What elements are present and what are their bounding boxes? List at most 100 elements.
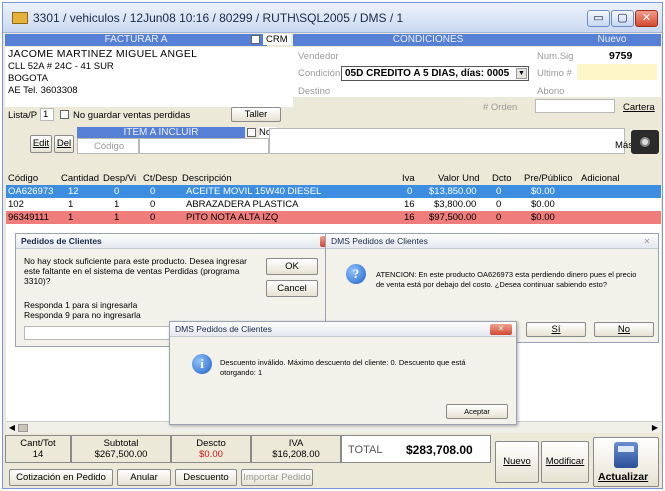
modificar-button[interactable]: Modificar <box>541 441 589 483</box>
descuento-close-icon[interactable]: ✕ <box>490 324 512 335</box>
cell-dcto: 0 <box>496 199 502 210</box>
info-icon: i <box>192 354 212 374</box>
nuevo-button[interactable]: Nuevo <box>495 441 539 483</box>
abono-label: Abono <box>537 86 565 97</box>
customer-panel: JACOME MARTINEZ MIGUEL ANGEL CLL 52A # 2… <box>5 47 293 107</box>
close-button[interactable]: ✕ <box>635 10 658 27</box>
cell-ct: 0 <box>150 199 156 210</box>
camera-icon[interactable] <box>631 130 659 154</box>
chevron-down-icon[interactable]: ▼ <box>516 68 527 79</box>
cant-value: 14 <box>32 449 44 460</box>
cell-ct: 0 <box>150 186 156 197</box>
table-row[interactable]: 102 1 1 0 ABRAZADERA PLASTICA 16 $3,800.… <box>6 198 661 211</box>
col-dcto: Dcto <box>492 173 512 184</box>
cell-desp: 1 <box>114 199 120 210</box>
scroll-right-icon[interactable]: ▶ <box>650 423 660 433</box>
cant-box: Cant/Tot 14 <box>5 435 71 463</box>
descto-value: $0.00 <box>199 449 223 460</box>
anular-button[interactable]: Anular <box>117 469 171 486</box>
codigo-input[interactable]: Código <box>77 138 139 154</box>
cotizacion-button[interactable]: Cotización en Pedido <box>9 469 113 486</box>
condicion-select[interactable]: 05D CREDITO A 5 DIAS, días: 0005 ▼ <box>341 66 529 81</box>
condicion-value: 05D CREDITO A 5 DIAS, días: 0005 <box>345 68 510 79</box>
cell-ct: 0 <box>150 212 156 223</box>
lista-label: Lista/P <box>8 110 38 121</box>
condiciones-band: CONDICIONES <box>293 34 563 46</box>
scroll-thumb[interactable] <box>18 424 28 432</box>
total-label: TOTAL <box>348 444 383 456</box>
cell-cantidad: 1 <box>68 212 74 223</box>
taller-button[interactable]: Taller <box>231 107 281 122</box>
customer-address: CLL 52A # 24C - 41 SUR <box>8 61 114 72</box>
conditions-panel: Vendedor Condición 05D CREDITO A 5 DIAS,… <box>293 47 661 97</box>
lista-field[interactable]: 1 <box>40 108 54 121</box>
cell-valor: $13,850.00 <box>429 186 477 197</box>
item-bar: Edit Del ITEM A INCLUIR No Código Más <box>5 125 661 165</box>
pedidos-dialog-title: Pedidos de Clientes <box>16 234 346 249</box>
iva-box: IVA $16,208.00 <box>251 435 341 463</box>
vendedor-label: Vendedor <box>298 51 339 62</box>
ok-button[interactable]: OK <box>266 258 318 275</box>
col-iva: Iva <box>402 173 415 184</box>
table-row[interactable]: 96349111 1 1 0 PITO NOTA ALTA IZQ 16 $97… <box>6 211 661 224</box>
cell-iva: 16 <box>404 212 415 223</box>
iva-value: $16,208.00 <box>272 449 320 460</box>
descuento-button[interactable]: Descuento <box>175 469 237 486</box>
del-button[interactable]: Del <box>54 135 74 153</box>
cell-iva: 16 <box>404 199 415 210</box>
iva-label: IVA <box>288 438 304 449</box>
item-description-field[interactable] <box>269 128 625 154</box>
no-button[interactable]: No <box>594 322 654 337</box>
col-codigo: Código <box>8 173 39 184</box>
question-icon: ? <box>346 264 366 284</box>
total-box: TOTAL $283,708.00 <box>341 435 491 463</box>
customer-name: JACOME MARTINEZ MIGUEL ANGEL <box>8 48 198 60</box>
col-valor: Valor Und <box>438 173 480 184</box>
scroll-left-icon[interactable]: ◀ <box>7 423 17 433</box>
grid-header: Código Cantidad Desp/Vi Ct/Desp Descripc… <box>6 171 661 185</box>
cell-pre: $0.00 <box>531 199 555 210</box>
actualizar-button[interactable]: Actualizar <box>593 437 659 487</box>
cell-codigo: OA626973 <box>8 186 54 197</box>
no-guardar-checkbox[interactable] <box>60 110 69 119</box>
descuento-message: Descuento inválido. Máximo descuento del… <box>220 358 466 377</box>
cartera-link[interactable]: Cartera <box>623 102 655 113</box>
orden-field[interactable] <box>535 99 615 113</box>
dms-warning-close-icon[interactable]: ✕ <box>640 237 654 246</box>
cell-pre: $0.00 <box>531 212 555 223</box>
ultimo-label: Ultimo # <box>537 68 572 79</box>
subtotal-label: Subtotal <box>103 438 139 449</box>
orden-label: # Orden <box>483 102 518 113</box>
no-guardar-label: No guardar ventas perdidas <box>73 110 191 121</box>
cell-pre: $0.00 <box>531 186 555 197</box>
ultimo-field[interactable] <box>577 64 657 80</box>
table-row[interactable]: OA626973 12 0 0 ACEITE MOVIL 15W40 DIESE… <box>6 185 661 198</box>
num-sig-value: 9759 <box>609 50 633 62</box>
minimize-button[interactable]: ▭ <box>587 10 610 27</box>
pedidos-line2: Responda 9 para no ingresarla <box>24 310 141 320</box>
col-ct: Ct/Desp <box>143 173 178 184</box>
pedidos-message: No hay stock suficiente para este produc… <box>24 256 248 286</box>
crm-label: CRM <box>263 34 291 45</box>
si-button[interactable]: Sí <box>526 322 586 337</box>
codigo-desc-field[interactable] <box>139 138 269 154</box>
maximize-button[interactable]: ▢ <box>611 10 634 27</box>
descuento-dialog: DMS Pedidos de Clientes ✕ i Descuento in… <box>169 321 517 425</box>
folder-icon <box>12 12 28 24</box>
cell-descripcion: ACEITE MOVIL 15W40 DIESEL <box>186 186 322 197</box>
customer-city: BOGOTA <box>8 73 48 84</box>
descuento-dialog-title: DMS Pedidos de Clientes <box>170 322 516 337</box>
crm-checkbox[interactable] <box>251 35 260 44</box>
edit-button[interactable]: Edit <box>30 135 52 153</box>
condicion-label: Condición <box>298 68 341 79</box>
actualizar-label: Actualizar <box>598 471 649 483</box>
cant-label: Cant/Tot <box>20 438 56 449</box>
aceptar-button[interactable]: Aceptar <box>446 404 508 419</box>
cell-desp: 1 <box>114 212 120 223</box>
no-checkbox[interactable] <box>247 128 256 137</box>
cell-codigo: 96349111 <box>8 212 49 223</box>
importar-button[interactable]: Importar Pedido <box>241 469 313 486</box>
num-sig-label: Num.Sig <box>537 51 574 62</box>
cancel-button[interactable]: Cancel <box>266 280 318 297</box>
col-desp: Desp/Vi <box>103 173 137 184</box>
